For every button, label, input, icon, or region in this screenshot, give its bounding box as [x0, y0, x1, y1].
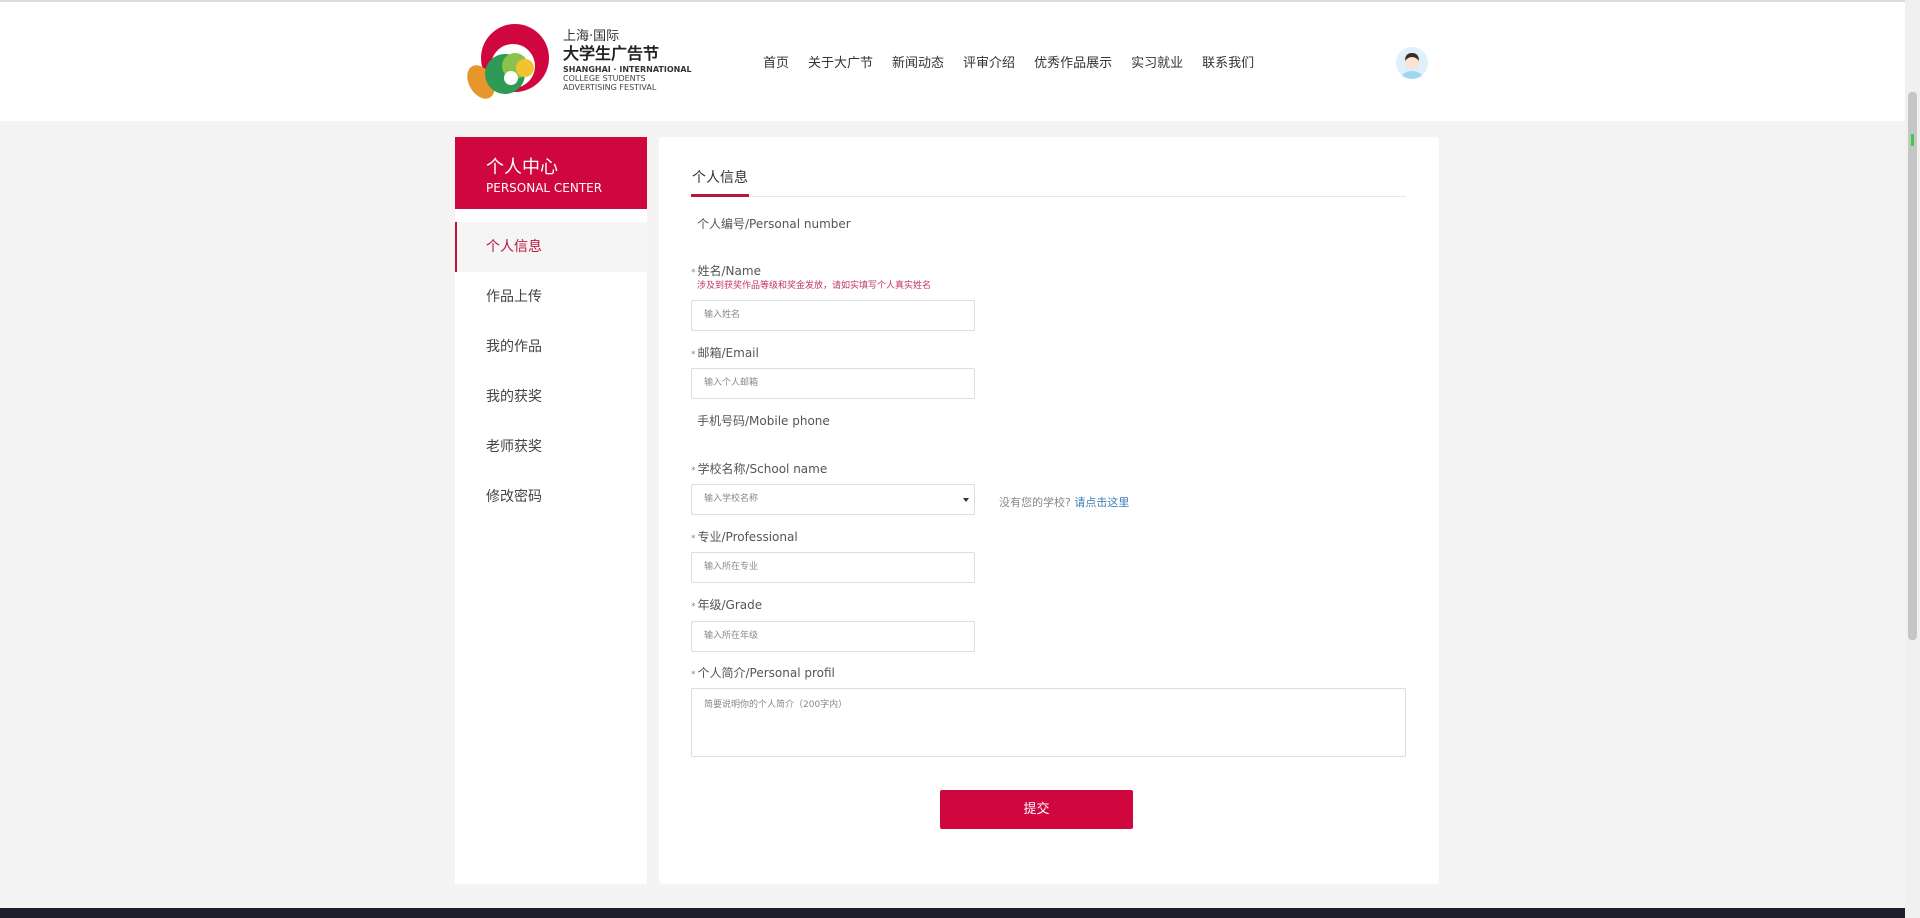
- nav-about[interactable]: 关于大广节: [808, 52, 873, 71]
- sidebar-subtitle: PERSONAL CENTER: [486, 181, 603, 195]
- sidebar-title: 个人中心: [486, 157, 558, 178]
- scrollbar-thumb[interactable]: [1908, 92, 1917, 640]
- major-input[interactable]: 输入所在专业: [691, 552, 975, 583]
- user-avatar[interactable]: [1396, 47, 1428, 79]
- tab-bar: 个人信息: [691, 167, 1406, 197]
- personal-number-label: 个人编号/Personal number: [697, 217, 851, 231]
- sidebar: 个人中心 PERSONAL CENTER 个人信息 作品上传 我的作品 我的获奖…: [455, 137, 647, 884]
- nav-judging[interactable]: 评审介绍: [963, 52, 1015, 71]
- name-hint: 涉及到获奖作品等级和奖金发放，请如实填写个人真实姓名: [697, 281, 932, 291]
- school-select[interactable]: 输入学校名称: [691, 484, 975, 515]
- no-school-text: 没有您的学校? 请点击这里: [999, 496, 1130, 509]
- email-label: * 邮箱/Email: [691, 346, 759, 360]
- sidebar-item-change-password[interactable]: 修改密码: [455, 472, 647, 522]
- tab-personal-info[interactable]: 个人信息: [691, 167, 749, 197]
- name-label: * 姓名/Name: [691, 264, 761, 278]
- sidebar-item-upload[interactable]: 作品上传: [455, 272, 647, 322]
- name-input[interactable]: 输入姓名: [691, 300, 975, 331]
- logo-text: 上海·国际 大学生广告节 SHANGHAI · INTERNATIONAL CO…: [563, 29, 692, 92]
- grade-input[interactable]: 输入所在年级: [691, 621, 975, 652]
- add-school-link[interactable]: 请点击这里: [1074, 496, 1129, 509]
- footer-bar: [0, 908, 1905, 918]
- main-nav: 首页 关于大广节 新闻动态 评审介绍 优秀作品展示 实习就业 联系我们: [763, 52, 1254, 71]
- personal-info-panel: 个人信息 个人编号/Personal number * 姓名/Name 涉及到获奖…: [659, 137, 1439, 884]
- major-label: * 专业/Professional: [691, 530, 798, 544]
- sidebar-item-my-works[interactable]: 我的作品: [455, 322, 647, 372]
- nav-internship[interactable]: 实习就业: [1131, 52, 1183, 71]
- grade-label: * 年级/Grade: [691, 598, 763, 612]
- nav-home[interactable]: 首页: [763, 52, 789, 71]
- sidebar-item-personal-info[interactable]: 个人信息: [455, 222, 647, 272]
- school-label: * 学校名称/School name: [691, 462, 828, 476]
- logo-mark-icon: [467, 24, 549, 99]
- avatar-icon: [1402, 53, 1422, 79]
- scrollbar[interactable]: [1905, 0, 1920, 918]
- festival-logo[interactable]: 上海·国际 大学生广告节 SHANGHAI · INTERNATIONAL CO…: [463, 22, 693, 102]
- profile-label: * 个人简介/Personal profil: [691, 666, 835, 680]
- sidebar-item-teacher-awards[interactable]: 老师获奖: [455, 422, 647, 472]
- nav-showcase[interactable]: 优秀作品展示: [1034, 52, 1112, 71]
- sidebar-header: 个人中心 PERSONAL CENTER: [455, 137, 647, 209]
- profile-textarea[interactable]: 简要说明你的个人简介（200字内）: [691, 688, 1406, 757]
- submit-button[interactable]: 提交: [940, 790, 1133, 829]
- sidebar-item-my-awards[interactable]: 我的获奖: [455, 372, 647, 422]
- mobile-label: 手机号码/Mobile phone: [697, 414, 830, 428]
- nav-news[interactable]: 新闻动态: [892, 52, 944, 71]
- chevron-down-icon: [963, 498, 969, 502]
- email-input[interactable]: 输入个人邮箱: [691, 368, 975, 399]
- site-header: 上海·国际 大学生广告节 SHANGHAI · INTERNATIONAL CO…: [0, 2, 1905, 121]
- nav-contact[interactable]: 联系我们: [1202, 52, 1254, 71]
